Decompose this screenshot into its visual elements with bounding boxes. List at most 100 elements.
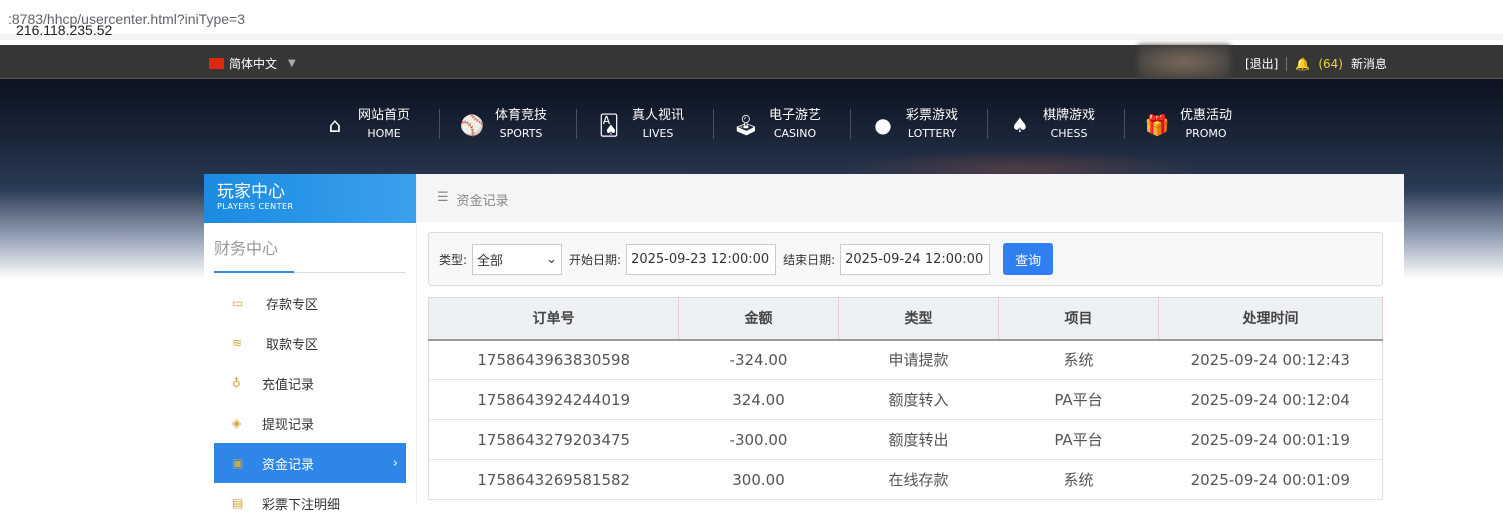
table-cell: -300.00 bbox=[678, 419, 839, 460]
wallet-icon: ◈ bbox=[232, 416, 242, 430]
avatar bbox=[1138, 45, 1230, 79]
nav-item-lottery[interactable]: ● 彩票游戏 LOTTERY bbox=[850, 107, 1005, 143]
nav-label: 体育竞技 bbox=[495, 108, 548, 123]
home-icon: ⌂ bbox=[328, 113, 342, 137]
nav-sublabel: SPORTS bbox=[499, 127, 543, 140]
table-cell: 2025-09-24 00:12:04 bbox=[1158, 379, 1383, 420]
search-button[interactable]: 查询 bbox=[1003, 243, 1054, 275]
top-bar: 简体中文 ▼ [退出] 🔔 (64) 新消息 bbox=[0, 45, 1503, 79]
sidebar-item-label: 存款专区 bbox=[266, 297, 319, 313]
nav-item-promo[interactable]: 🎁 优惠活动 PROMO bbox=[1124, 107, 1279, 143]
nav-sublabel: CASINO bbox=[773, 127, 817, 140]
divider bbox=[1286, 56, 1288, 71]
sidebar-item-label: 取款专区 bbox=[266, 337, 319, 353]
url-host: 216.118.235.52 bbox=[16, 22, 113, 38]
language-selector[interactable]: 简体中文 ▼ bbox=[209, 55, 296, 72]
menu-icon: ☰ bbox=[437, 190, 449, 205]
sidebar-item-label: 资金记录 bbox=[262, 457, 315, 473]
table-cell: 2025-09-24 00:12:43 bbox=[1158, 339, 1383, 380]
breadcrumb: ☰ 资金记录 bbox=[417, 174, 1404, 222]
spade-icon: ♠ bbox=[1011, 113, 1029, 137]
message-count[interactable]: (64) bbox=[1318, 57, 1343, 71]
sidebar-item[interactable]: ▭ 存款专区 bbox=[214, 283, 406, 323]
main-nav: ⌂ 网站首页 HOME ⚾ 体育竞技 SPORTS 🂡 真人视讯 LIVES 🕹 电子游艺 CASIN… bbox=[320, 107, 1279, 143]
table-row: 1758643269581582 300.00 在线存款 系统 2025-09-24 0… bbox=[428, 459, 1383, 500]
column-header[interactable]: 类型 bbox=[838, 297, 999, 341]
table-row: 1758643279203475 -300.00 额度转出 PA平台 2025-09-2… bbox=[428, 419, 1383, 460]
type-select[interactable]: 全部 ⌄ bbox=[472, 243, 563, 275]
table-cell: 2025-09-24 00:01:19 bbox=[1158, 419, 1383, 460]
end-date-label: 结束日期: bbox=[783, 252, 836, 267]
caret-down-icon: ▼ bbox=[288, 58, 296, 69]
sidebar-item-label: 提现记录 bbox=[262, 417, 315, 433]
table-cell: PA平台 bbox=[998, 379, 1159, 420]
nav-item-home[interactable]: ⌂ 网站首页 HOME bbox=[320, 107, 457, 143]
sidebar-item[interactable]: ◈ 提现记录 bbox=[214, 403, 406, 443]
nav-item-lives[interactable]: 🂡 真人视讯 LIVES bbox=[576, 107, 731, 143]
sidebar-item[interactable]: ▣ 资金记录 › bbox=[214, 443, 406, 483]
nav-sublabel: PROMO bbox=[1185, 127, 1227, 140]
sidebar-item[interactable]: ≋ 取款专区 bbox=[214, 323, 406, 363]
nav-label: 优惠活动 bbox=[1180, 108, 1233, 123]
sidebar-item-label: 彩票下注明细 bbox=[262, 497, 341, 513]
end-date-input[interactable]: 2025-09-24 12:00:00 bbox=[840, 243, 991, 275]
table-cell: 1758643279203475 bbox=[428, 419, 679, 460]
table-cell: 在线存款 bbox=[838, 459, 999, 500]
chevron-right-icon: › bbox=[392, 455, 398, 471]
table-cell: 324.00 bbox=[678, 379, 839, 420]
column-header[interactable]: 订单号 bbox=[428, 297, 679, 341]
table-cell: 额度转出 bbox=[838, 419, 999, 460]
table-cell: 2025-09-24 00:01:09 bbox=[1158, 459, 1383, 500]
nav-sublabel: LIVES bbox=[642, 127, 674, 140]
card-icon: ▭ bbox=[232, 296, 244, 310]
column-header[interactable]: 项目 bbox=[998, 297, 1159, 341]
list-icon: ▤ bbox=[232, 496, 244, 510]
bell-icon[interactable]: 🔔 bbox=[1295, 57, 1310, 71]
cards-icon: 🂡 bbox=[598, 113, 620, 137]
nav-item-casino[interactable]: 🕹 电子游艺 CASINO bbox=[713, 107, 868, 143]
language-label: 简体中文 bbox=[229, 57, 278, 71]
nav-label: 网站首页 bbox=[358, 108, 411, 123]
type-label: 类型: bbox=[439, 252, 468, 267]
breadcrumb-label: 资金记录 bbox=[456, 194, 509, 209]
table-cell: 系统 bbox=[998, 459, 1159, 500]
players-center-header: 玩家中心 PLAYERS CENTER bbox=[204, 174, 416, 223]
gift-icon: 🎁 bbox=[1144, 113, 1170, 137]
section-title: 财务中心 bbox=[214, 233, 406, 273]
nav-sublabel: HOME bbox=[367, 127, 401, 140]
table-cell: 1758643924244019 bbox=[428, 379, 679, 420]
messages-link[interactable]: 新消息 bbox=[1351, 55, 1387, 72]
nav-label: 电子游艺 bbox=[769, 108, 822, 123]
table-cell: -324.00 bbox=[678, 339, 839, 380]
filter-bar: 类型: 全部 ⌄ 开始日期: 2025-09-23 12:00:00 结束日期: … bbox=[428, 232, 1383, 286]
table-cell: 1758643269581582 bbox=[428, 459, 679, 500]
ball-icon: ⚾ bbox=[459, 113, 485, 137]
start-date-label: 开始日期: bbox=[569, 252, 622, 267]
column-header[interactable]: 处理时间 bbox=[1158, 297, 1383, 341]
table-cell: 额度转入 bbox=[838, 379, 999, 420]
sidebar-menu: ▭ 存款专区 ≋ 取款专区 ♁ 充值记录 ◈ 提现记录 ▣ 资金记录 › ▤ 彩票下注明细 bbox=[214, 283, 406, 523]
logout-link[interactable]: [退出] bbox=[1245, 55, 1278, 72]
table-row: 1758643924244019 324.00 额度转入 PA平台 2025-09-24… bbox=[428, 379, 1383, 420]
address-bar[interactable]: 216.118.235.52:8783/hhcp/usercenter.html… bbox=[0, 0, 1503, 40]
column-header[interactable]: 金额 bbox=[678, 297, 839, 341]
table-cell: PA平台 bbox=[998, 419, 1159, 460]
user-center: 玩家中心 PLAYERS CENTER 财务中心 ▭ 存款专区 ≋ 取款专区 ♁ 充值记录 ◈… bbox=[204, 174, 1404, 513]
start-date-input[interactable]: 2025-09-23 12:00:00 bbox=[626, 243, 777, 275]
sidebar-item[interactable]: ♁ 充值记录 bbox=[214, 363, 406, 403]
nav-label: 彩票游戏 bbox=[906, 108, 959, 123]
nav-sublabel: LOTTERY bbox=[907, 127, 957, 140]
sidebar-title: 玩家中心 bbox=[217, 182, 285, 202]
nav-label: 棋牌游戏 bbox=[1043, 108, 1096, 123]
nav-item-chess[interactable]: ♠ 棋牌游戏 CHESS bbox=[987, 107, 1142, 143]
hand-money-icon: ≋ bbox=[232, 336, 243, 350]
table-cell: 1758643963830598 bbox=[428, 339, 679, 380]
table-row: 1758643963830598 -324.00 申请提款 系统 2025-09-24 … bbox=[428, 339, 1383, 380]
main-panel: ☰ 资金记录 类型: 全部 ⌄ 开始日期: 2025-09-23 12:00:00 … bbox=[417, 174, 1404, 504]
lottery-balls-icon: ● bbox=[874, 113, 892, 137]
nav-item-sports[interactable]: ⚾ 体育竞技 SPORTS bbox=[439, 107, 594, 143]
table-cell: 申请提款 bbox=[838, 339, 999, 380]
sidebar-item[interactable]: ▤ 彩票下注明细 bbox=[214, 483, 406, 523]
nav-label: 真人视讯 bbox=[632, 108, 685, 123]
chevron-down-icon: ⌄ bbox=[546, 251, 558, 267]
